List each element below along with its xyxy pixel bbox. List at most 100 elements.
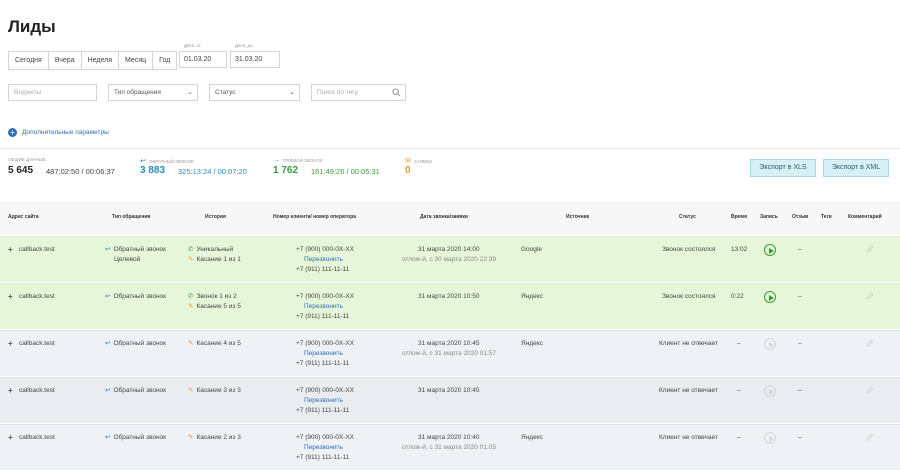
operator-number: +7 (911) 111-11-11 bbox=[296, 360, 350, 367]
call-date: 31 марта 2020 10:50 bbox=[418, 293, 480, 300]
touch-icon: ✎ bbox=[188, 434, 194, 441]
date-to-input[interactable]: 31.03.20 bbox=[230, 51, 280, 68]
stat-direct-times: 161:49:26 / 00:05:31 bbox=[311, 167, 380, 176]
site-cell[interactable]: callback.test bbox=[19, 339, 55, 349]
history-1: ✎ Касание 3 из 3 bbox=[188, 386, 241, 396]
period-today-button[interactable]: Сегодня bbox=[9, 52, 49, 69]
site-cell[interactable]: callback.test bbox=[19, 245, 55, 255]
recall-link[interactable]: Перезвонить bbox=[304, 349, 343, 359]
callback-icon: ↩ bbox=[140, 158, 146, 165]
stat-callback-times: 325:13:24 / 00:07:20 bbox=[178, 167, 247, 176]
touch-icon: ✎ bbox=[188, 340, 194, 347]
expand-plus-icon[interactable]: + bbox=[8, 386, 13, 395]
stat-direct-label: Прямой звонок bbox=[283, 158, 323, 163]
col-time: Время bbox=[731, 214, 747, 220]
divider bbox=[0, 148, 900, 149]
widgets-input[interactable]: Виджеты bbox=[8, 84, 97, 101]
history-1-label: Касание 2 из 3 bbox=[196, 434, 241, 441]
date-from-input[interactable]: 01.03.20 bbox=[179, 51, 227, 68]
review-cell: – bbox=[798, 434, 802, 441]
period-week-button[interactable]: Неделя bbox=[81, 52, 120, 69]
operator-number: +7 (911) 111-11-11 bbox=[296, 454, 350, 461]
site-cell[interactable]: callback.test bbox=[19, 292, 55, 302]
play-icon[interactable] bbox=[764, 291, 776, 303]
time-cell: 0:22 bbox=[731, 293, 744, 300]
period-yesterday-button[interactable]: Вчера bbox=[48, 52, 82, 69]
table-row[interactable]: + callback.test ↩ Обратный звонок Целевой ✆ Ун… bbox=[0, 236, 900, 282]
table-row[interactable]: + callback.test ↩ Обратный звонок ✆ Звонок 1 … bbox=[0, 283, 900, 329]
phone-icon: ✆ bbox=[188, 293, 194, 300]
stat-total-times: 487:02:50 / 00:06:37 bbox=[46, 167, 115, 176]
touch-icon: ✎ bbox=[188, 303, 194, 310]
stat-requests-count: 0 bbox=[405, 165, 411, 176]
recall-link[interactable]: Перезвонить bbox=[304, 443, 343, 453]
table-row[interactable]: + callback.test ↩ Обратный звонок ✎ Касание 4… bbox=[0, 330, 900, 376]
widgets-placeholder: Виджеты bbox=[14, 89, 42, 96]
type-extra: Целевой bbox=[114, 256, 141, 263]
time-cell: – bbox=[737, 434, 741, 441]
stat-callback-label-wrap: ↩ Обратный звонок bbox=[140, 157, 194, 165]
history-2-label: Касание 5 из 5 bbox=[196, 303, 241, 310]
call-date: 31 марта 2020 10:45 bbox=[418, 387, 480, 394]
stat-requests-label: Заявки bbox=[413, 159, 432, 164]
tag-search-input[interactable]: Поиск по тегу bbox=[311, 84, 406, 101]
review-cell: – bbox=[798, 246, 802, 253]
plus-circle-icon: + bbox=[8, 128, 17, 137]
export-xls-button[interactable]: Экспорт в XLS bbox=[750, 159, 816, 177]
export-xml-button[interactable]: Экспорт в XML bbox=[823, 159, 889, 177]
history-1-label: Звонок 1 из 2 bbox=[196, 293, 237, 300]
client-number: +7 (900) 000-0X-XX bbox=[296, 340, 354, 347]
stat-total-label: Общие данные bbox=[8, 157, 46, 162]
history-1: ✆ Звонок 1 из 2 bbox=[188, 292, 237, 302]
review-cell: – bbox=[798, 387, 802, 394]
type-select[interactable]: Тип обращения ⌄ bbox=[108, 84, 198, 101]
col-site: Адрес сайта bbox=[8, 214, 39, 220]
client-number: +7 (900) 000-0X-XX bbox=[296, 293, 354, 300]
status-select[interactable]: Статус ⌄ bbox=[209, 84, 300, 101]
recall-link[interactable]: Перезвонить bbox=[304, 396, 343, 406]
recall-link[interactable]: Перезвонить bbox=[304, 302, 343, 312]
pencil-icon[interactable] bbox=[866, 433, 874, 441]
period-year-button[interactable]: Год bbox=[153, 52, 177, 69]
expand-plus-icon[interactable]: + bbox=[8, 433, 13, 442]
client-number: +7 (900) 000-0X-XX bbox=[296, 434, 354, 441]
time-cell: 13:02 bbox=[731, 246, 748, 253]
recall-link[interactable]: Перезвонить bbox=[304, 255, 343, 265]
type-label: Обратный звонок bbox=[113, 246, 167, 253]
status-select-label: Статус bbox=[215, 89, 236, 96]
touch-icon: ✎ bbox=[188, 387, 194, 394]
call-date-extra: отлож-й, с 31 марта 2020 01:57 bbox=[402, 350, 496, 357]
site-cell[interactable]: callback.test bbox=[19, 433, 55, 443]
site-cell[interactable]: callback.test bbox=[19, 386, 55, 396]
call-date: 31 марта 2020 10:40 bbox=[418, 434, 480, 441]
callback-icon: ↩ bbox=[105, 293, 111, 300]
more-params-link[interactable]: + Дополнительные параметры bbox=[8, 128, 109, 137]
table-row[interactable]: + callback.test ↩ Обратный звонок ✎ Касание 2… bbox=[0, 424, 900, 470]
play-icon[interactable] bbox=[764, 244, 776, 256]
period-month-button[interactable]: Месяц bbox=[119, 52, 154, 69]
pencil-icon[interactable] bbox=[866, 386, 874, 394]
callback-icon: ↩ bbox=[105, 340, 111, 347]
operator-number: +7 (911) 111-11-11 bbox=[296, 407, 350, 414]
pencil-icon[interactable] bbox=[866, 292, 874, 300]
type-cell: ↩ Обратный звонок bbox=[105, 386, 166, 396]
call-date-extra: отлож-й, с 30 марта 2020 22:39 bbox=[402, 256, 496, 263]
history-1: ✎ Касание 4 из 5 bbox=[188, 339, 241, 349]
history-1-label: Касание 4 из 5 bbox=[196, 340, 241, 347]
type-cell: ↩ Обратный звонок bbox=[105, 433, 166, 443]
pencil-icon[interactable] bbox=[866, 245, 874, 253]
expand-plus-icon[interactable]: + bbox=[8, 339, 13, 348]
callback-icon: ↩ bbox=[105, 387, 111, 394]
pencil-icon[interactable] bbox=[866, 339, 874, 347]
table-row[interactable]: + callback.test ↩ Обратный звонок ✎ Касание 3… bbox=[0, 377, 900, 423]
status-cell: Клиент не отвечает bbox=[659, 434, 718, 441]
stat-direct-count: 1 762 bbox=[273, 165, 299, 176]
expand-plus-icon[interactable]: + bbox=[8, 245, 13, 254]
call-date: 31 марта 2020 14:00 bbox=[418, 246, 480, 253]
expand-plus-icon[interactable]: + bbox=[8, 292, 13, 301]
play-icon bbox=[764, 432, 776, 444]
col-type: Тип обращения bbox=[112, 214, 151, 220]
page-title: Лиды bbox=[8, 17, 56, 36]
type-label: Обратный звонок bbox=[113, 434, 167, 441]
tag-search-placeholder: Поиск по тегу bbox=[317, 89, 358, 96]
